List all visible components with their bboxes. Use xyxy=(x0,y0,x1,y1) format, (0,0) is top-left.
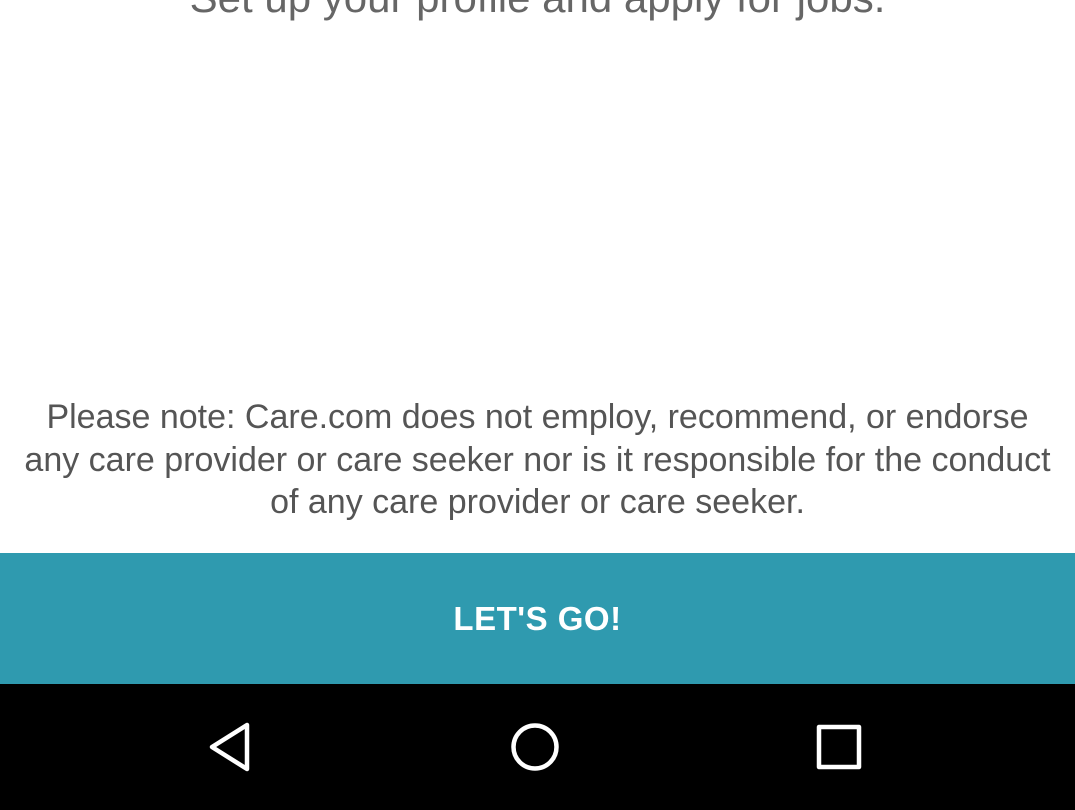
back-button[interactable] xyxy=(173,684,293,810)
recents-button[interactable] xyxy=(779,684,899,810)
disclaimer-text: Please note: Care.com does not employ, r… xyxy=(24,398,1051,521)
home-icon xyxy=(511,723,559,771)
onboarding-subtitle: Set up your profile and apply for jobs. xyxy=(0,0,1075,19)
back-icon xyxy=(209,722,250,772)
lets-go-label: LET'S GO! xyxy=(453,599,622,637)
recents-icon xyxy=(816,724,862,770)
home-button[interactable] xyxy=(475,684,595,810)
onboarding-screen: Set up your profile and apply for jobs. … xyxy=(0,0,1075,810)
lets-go-button[interactable]: LET'S GO! xyxy=(0,553,1075,684)
system-nav-bar xyxy=(0,684,1075,810)
